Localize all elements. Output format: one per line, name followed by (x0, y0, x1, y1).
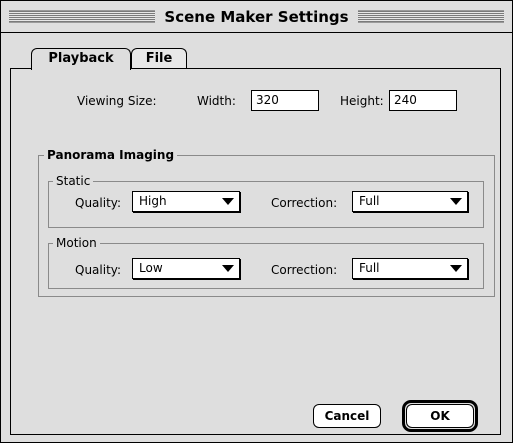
static-correction-popup[interactable]: Full (352, 191, 468, 212)
motion-quality-popup[interactable]: Low (132, 258, 240, 279)
panorama-imaging-title: Panorama Imaging (44, 147, 178, 163)
static-quality-label: Quality: (75, 196, 122, 210)
static-quality-popup[interactable]: High (132, 191, 240, 212)
motion-correction-value: Full (359, 261, 380, 275)
motion-quality-label: Quality: (75, 263, 122, 277)
motion-correction-label: Correction: (271, 263, 338, 277)
static-quality-value: High (139, 194, 167, 208)
width-label: Width: (197, 94, 236, 108)
motion-quality-value: Low (139, 261, 163, 275)
width-field[interactable]: 320 (251, 90, 319, 111)
static-correction-label: Correction: (271, 196, 338, 210)
motion-correction-popup[interactable]: Full (352, 258, 468, 279)
chevron-down-icon (450, 265, 462, 272)
cancel-button[interactable]: Cancel (313, 404, 381, 428)
height-field[interactable]: 240 (389, 90, 457, 111)
title-bar[interactable]: Scene Maker Settings (1, 1, 512, 33)
static-correction-value: Full (359, 194, 380, 208)
tab-playback[interactable]: Playback (31, 48, 131, 70)
title-bar-stripes-right (358, 10, 504, 23)
tab-panel-playback: Viewing Size: Width: 320 Height: 240 Pan… (10, 68, 501, 435)
motion-title: Motion (53, 235, 100, 251)
chevron-down-icon (222, 198, 234, 205)
window-title: Scene Maker Settings (161, 7, 352, 27)
ok-button[interactable]: OK (406, 404, 474, 428)
tab-file[interactable]: File (131, 48, 187, 69)
chevron-down-icon (222, 265, 234, 272)
chevron-down-icon (450, 198, 462, 205)
title-bar-stripes-left (9, 10, 155, 23)
height-label: Height: (340, 94, 384, 108)
static-title: Static (53, 173, 94, 189)
dialog-window: Scene Maker Settings File Playback Viewi… (0, 0, 513, 443)
viewing-size-label: Viewing Size: (77, 94, 157, 108)
